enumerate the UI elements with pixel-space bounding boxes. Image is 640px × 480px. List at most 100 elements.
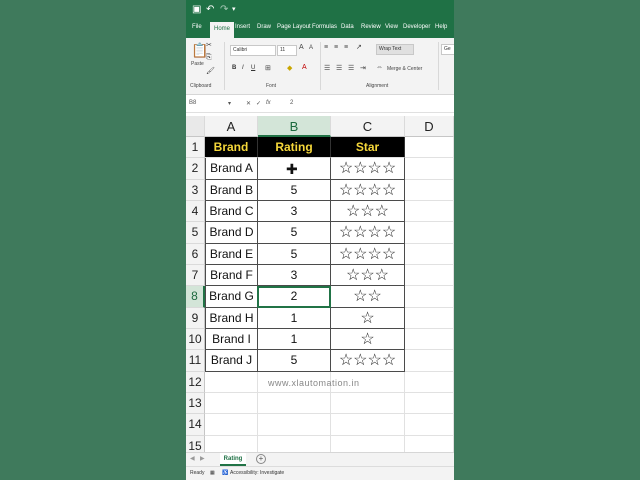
cancel-icon[interactable]: ✕ [246, 100, 251, 107]
merge-icon[interactable]: ⇔ [376, 64, 383, 71]
wrap-text-button[interactable]: Wrap Text [376, 44, 414, 55]
rating-cell[interactable]: 1 [258, 307, 331, 329]
brand-cell[interactable]: Brand I [205, 328, 258, 351]
empty-cell[interactable] [405, 137, 454, 159]
tab-file[interactable]: File [192, 24, 202, 30]
name-box-dropdown-icon[interactable]: ▾ [228, 100, 231, 107]
empty-cell[interactable] [205, 392, 258, 415]
scroll-right-icon[interactable]: ▶ [200, 455, 205, 462]
borders-icon[interactable]: ⊞ [265, 64, 271, 72]
row-header[interactable]: 12 [186, 371, 205, 393]
brand-cell[interactable]: Brand A [205, 158, 258, 180]
empty-cell[interactable] [331, 414, 405, 436]
row-header[interactable]: 10 [186, 328, 205, 351]
column-header-a[interactable]: A [205, 116, 258, 137]
row-header[interactable]: 6 [186, 243, 205, 265]
row-header[interactable]: 3 [186, 179, 205, 201]
row-header[interactable]: 5 [186, 222, 205, 244]
row-header[interactable]: 11 [186, 350, 205, 372]
row-header[interactable]: 1 [186, 137, 205, 159]
orientation-icon[interactable]: ↗ [356, 43, 362, 51]
empty-cell[interactable] [405, 371, 454, 393]
sheet-tab-rating[interactable]: Rating [220, 453, 246, 466]
tab-home[interactable]: Home [210, 22, 235, 38]
star-cell[interactable]: ☆☆☆☆ [331, 158, 405, 180]
tab-data[interactable]: Data [341, 24, 354, 30]
star-cell[interactable]: ☆☆☆ [331, 264, 405, 287]
brand-cell[interactable]: Brand C [205, 200, 258, 223]
font-name-box[interactable]: Calibri [230, 45, 276, 56]
column-header-b[interactable]: B [258, 116, 331, 137]
save-icon[interactable]: ▣ [192, 3, 201, 16]
cut-icon[interactable]: ✂ [206, 41, 212, 49]
brand-cell[interactable]: Brand F [205, 264, 258, 287]
bottom-align-icon[interactable]: ≡ [344, 44, 348, 51]
star-cell[interactable]: ☆☆☆☆ [331, 179, 405, 201]
brand-cell[interactable]: Brand B [205, 179, 258, 201]
fill-color-icon[interactable]: ◆ [287, 64, 292, 72]
redo-icon[interactable]: ↷ [220, 3, 228, 16]
add-sheet-icon[interactable]: + [256, 454, 266, 464]
row-header[interactable]: 7 [186, 264, 205, 287]
empty-cell[interactable] [258, 392, 331, 415]
empty-cell[interactable] [205, 414, 258, 436]
brand-cell[interactable]: Brand J [205, 350, 258, 372]
accessibility-status[interactable]: Accessibility: Investigate [230, 470, 284, 476]
empty-cell[interactable] [405, 392, 454, 415]
rating-cell[interactable]: 5 [258, 179, 331, 201]
increase-font-icon[interactable]: A [299, 44, 304, 51]
tab-view[interactable]: View [385, 24, 398, 30]
font-color-icon[interactable]: A [302, 64, 307, 71]
row-header[interactable]: 13 [186, 392, 205, 415]
empty-cell[interactable] [258, 414, 331, 436]
empty-cell[interactable] [405, 328, 454, 351]
number-format-box[interactable]: Ge [441, 44, 454, 55]
empty-cell[interactable] [405, 264, 454, 287]
format-painter-icon[interactable]: 🖌 [206, 67, 215, 75]
tab-help[interactable]: Help [435, 24, 447, 30]
middle-align-icon[interactable]: ≡ [334, 44, 338, 51]
empty-cell[interactable] [405, 286, 454, 308]
brand-cell[interactable]: Brand E [205, 243, 258, 265]
underline-button[interactable]: U [251, 65, 255, 71]
row-header[interactable]: 14 [186, 414, 205, 436]
align-center-icon[interactable]: ☰ [336, 64, 342, 72]
rating-cell[interactable]: 3 [258, 200, 331, 223]
empty-cell[interactable] [331, 392, 405, 415]
row-header[interactable]: 2 [186, 158, 205, 180]
table-header-cell[interactable]: Rating [258, 137, 331, 159]
star-cell[interactable]: ☆☆☆☆ [331, 222, 405, 244]
fx-icon[interactable]: fx [266, 100, 271, 106]
star-cell[interactable]: ☆☆☆☆ [331, 243, 405, 265]
row-header[interactable]: 4 [186, 200, 205, 223]
tab-developer[interactable]: Developer [403, 24, 430, 30]
star-cell[interactable]: ☆ [331, 328, 405, 351]
enter-icon[interactable]: ✓ [256, 100, 261, 107]
row-header[interactable]: 9 [186, 307, 205, 329]
top-align-icon[interactable]: ≡ [324, 44, 328, 51]
merge-center-button[interactable]: Merge & Center [387, 66, 422, 72]
macro-record-icon[interactable]: ▦ [210, 470, 215, 476]
rating-cell[interactable]: 5 [258, 243, 331, 265]
select-all-corner[interactable] [186, 116, 205, 137]
brand-cell[interactable]: Brand G [205, 286, 258, 308]
star-cell[interactable]: ☆☆☆☆ [331, 350, 405, 372]
star-cell[interactable]: ☆ [331, 307, 405, 329]
rating-cell[interactable]: 1 [258, 328, 331, 351]
brand-cell[interactable]: Brand H [205, 307, 258, 329]
customize-icon[interactable]: ▾ [232, 3, 236, 16]
tab-draw[interactable]: Draw [257, 24, 271, 30]
font-size-box[interactable]: 11 [277, 45, 297, 56]
decrease-font-icon[interactable]: A [309, 45, 313, 51]
rating-cell[interactable]: 5 [258, 350, 331, 372]
star-cell[interactable]: ☆☆ [331, 286, 405, 308]
table-header-cell[interactable]: Brand [205, 137, 258, 159]
empty-cell[interactable] [405, 350, 454, 372]
tab-insert[interactable]: Insert [235, 24, 250, 30]
name-box[interactable]: B8 [189, 100, 196, 106]
tab-formulas[interactable]: Formulas [312, 24, 337, 30]
align-left-icon[interactable]: ☰ [324, 64, 330, 72]
rating-cell[interactable]: 5 [258, 222, 331, 244]
row-header[interactable]: 8 [186, 286, 205, 308]
brand-cell[interactable]: Brand D [205, 222, 258, 244]
